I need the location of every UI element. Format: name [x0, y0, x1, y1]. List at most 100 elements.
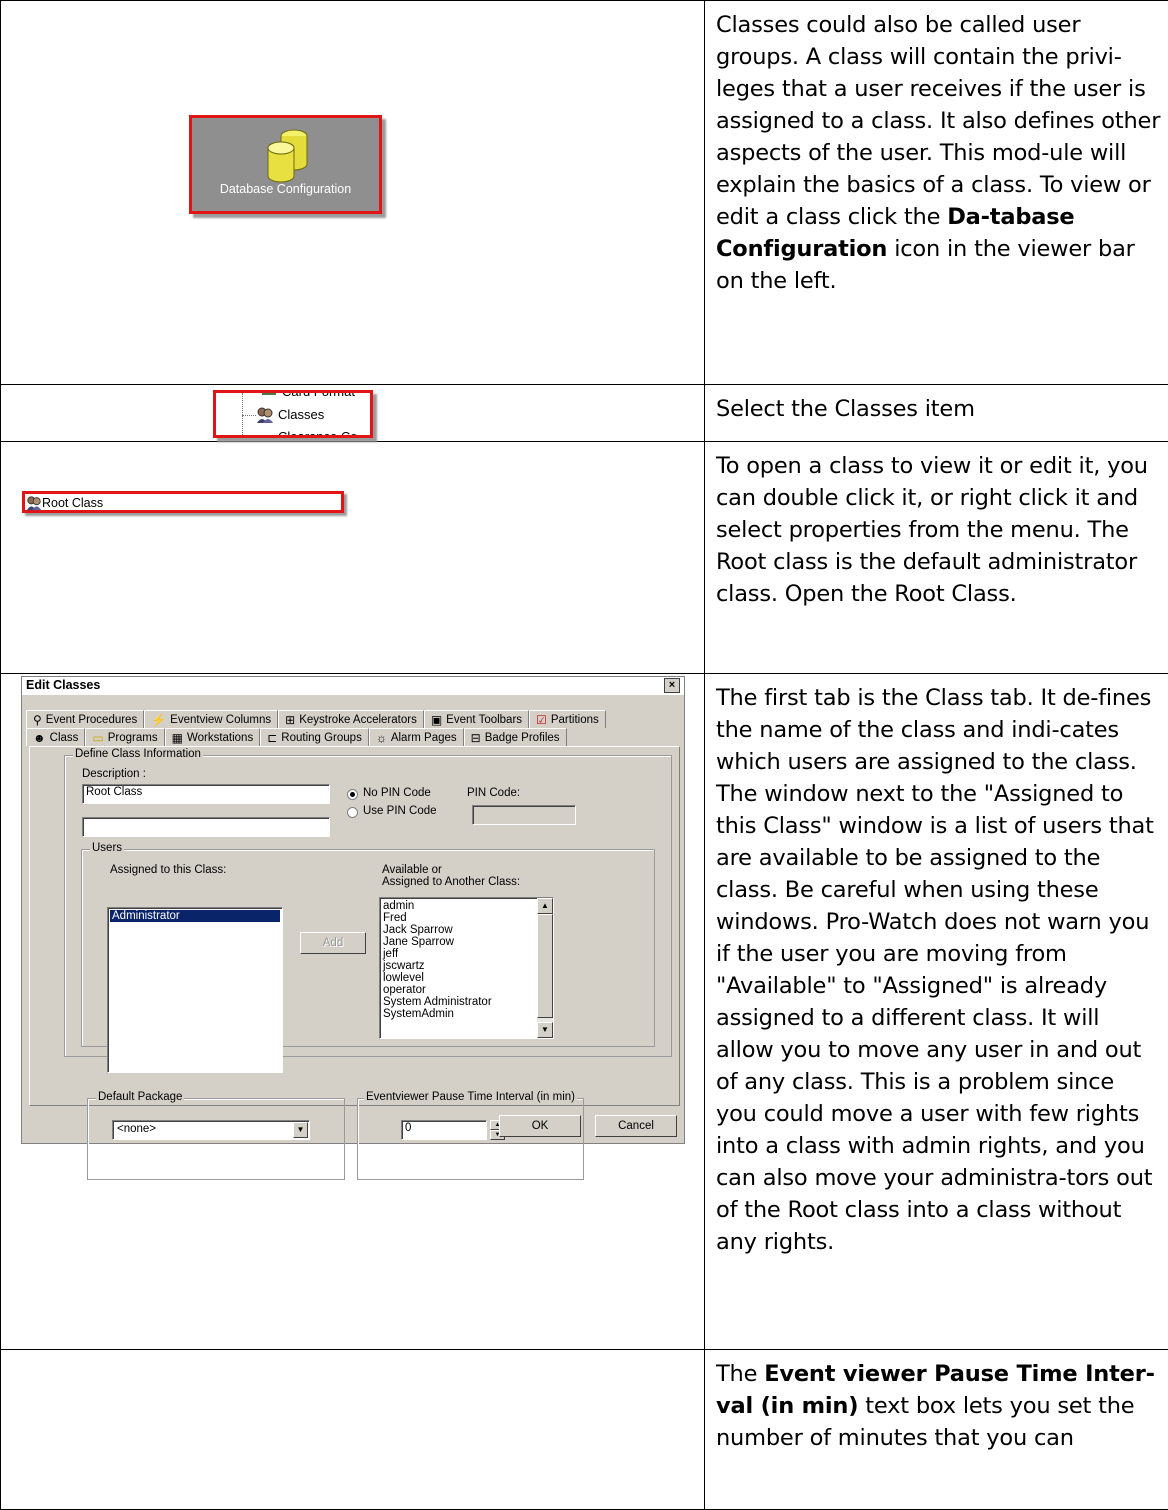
- tab-keystroke-accelerators[interactable]: ⊞Keystroke Accelerators: [278, 710, 424, 728]
- assigned-users-list[interactable]: Administrator: [107, 907, 283, 1073]
- tab-routing-groups[interactable]: ⊏Routing Groups: [260, 728, 369, 746]
- tab-row-2: ☻Class ▭Programs ▦Workstations ⊏Routing …: [26, 728, 567, 746]
- assigned-label: Assigned to this Class:: [110, 864, 226, 876]
- description-cell: Classes could also be called user groups…: [705, 1, 1168, 385]
- tree-item-card-format[interactable]: Card Format: [282, 390, 355, 399]
- scroll-down-icon[interactable]: ▼: [537, 1022, 553, 1038]
- screenshot-cell: Root Class: [1, 442, 705, 674]
- tab-event-procedures[interactable]: ⚲Event Procedures: [26, 710, 144, 728]
- add-button[interactable]: Add: [300, 932, 366, 954]
- event-toolbars-icon: ▣: [431, 713, 442, 727]
- keystroke-accelerators-icon: ⊞: [285, 713, 295, 727]
- description-cell: The Event viewer Pause Time Inter-val (i…: [705, 1350, 1168, 1510]
- no-pin-radio[interactable]: [347, 789, 358, 800]
- card-format-icon: [262, 390, 276, 395]
- dropdown-arrow-icon[interactable]: ▼: [293, 1122, 308, 1138]
- ok-button[interactable]: OK: [499, 1115, 581, 1137]
- default-package-label: Default Package: [96, 1091, 184, 1103]
- tab-alarm-pages[interactable]: ☼Alarm Pages: [369, 728, 464, 746]
- database-configuration-button[interactable]: Database Configuration: [189, 115, 382, 214]
- list-item[interactable]: jeff: [380, 948, 553, 960]
- description-text: To open a class to view it or edit it, y…: [705, 442, 1168, 610]
- class-icon: ☻: [33, 731, 46, 745]
- scroll-thumb[interactable]: [537, 914, 553, 1018]
- badge-icon: ⊟: [471, 731, 481, 745]
- available-label-2: Assigned to Another Class:: [382, 876, 520, 888]
- close-icon[interactable]: ×: [664, 678, 680, 693]
- scroll-up-icon[interactable]: ▲: [537, 898, 553, 914]
- available-label-1: Available or: [382, 864, 442, 876]
- no-pin-label: No PIN Code: [363, 787, 431, 799]
- use-pin-radio[interactable]: [347, 807, 358, 818]
- eventview-columns-icon: ⚡: [151, 713, 166, 727]
- list-item[interactable]: Jack Sparrow: [380, 924, 553, 936]
- document-table: Database Configuration Classes could als…: [0, 0, 1168, 1510]
- table-row: Database Configuration Classes could als…: [1, 1, 1168, 385]
- pause-interval-label: Eventviewer Pause Time Interval (in min): [364, 1091, 577, 1103]
- tab-partitions[interactable]: ☑Partitions: [529, 710, 606, 728]
- table-row: Root Class To open a class to view it or…: [1, 442, 1168, 674]
- tab-programs[interactable]: ▭Programs: [85, 728, 164, 746]
- tree-view-snippet: Card Format Classes Clearance Co: [213, 390, 373, 438]
- table-row: Card Format Classes Clearance Co Select …: [1, 385, 1168, 442]
- description-cell: The first tab is the Class tab. It de-fi…: [705, 674, 1168, 1350]
- database-configuration-label: Database Configuration: [192, 182, 379, 196]
- list-item[interactable]: operator: [380, 984, 553, 996]
- pin-code-label: PIN Code:: [467, 787, 520, 799]
- description-text: The first tab is the Class tab. It de-fi…: [705, 674, 1168, 1258]
- description-cell: To open a class to view it or edit it, y…: [705, 442, 1168, 674]
- table-row: The Event viewer Pause Time Inter-val (i…: [1, 1350, 1168, 1510]
- dialog-title-bar: Edit Classes ×: [22, 677, 684, 695]
- list-item[interactable]: admin: [380, 900, 553, 912]
- edit-classes-dialog: Edit Classes × ⚲Event Procedures ⚡Eventv…: [21, 676, 685, 1144]
- users-label: Users: [90, 842, 124, 854]
- tab-row-1: ⚲Event Procedures ⚡Eventview Columns ⊞Ke…: [26, 710, 606, 728]
- class-icon: [26, 495, 42, 511]
- pin-code-input[interactable]: [472, 805, 576, 825]
- root-class-item[interactable]: Root Class: [22, 491, 344, 513]
- alarm-icon: ☼: [376, 731, 387, 745]
- tree-item-clearance-codes[interactable]: Clearance Co: [278, 429, 358, 438]
- list-item[interactable]: System Administrator: [380, 996, 553, 1008]
- tree-item-classes[interactable]: Classes: [278, 407, 324, 422]
- folder-icon: ▭: [92, 731, 103, 745]
- list-item[interactable]: SystemAdmin: [380, 1008, 553, 1020]
- description-text: Select the Classes item: [705, 385, 1168, 425]
- workstation-icon: ▦: [172, 731, 183, 745]
- screenshot-cell: [1, 1350, 705, 1510]
- screenshot-cell: Database Configuration: [1, 1, 705, 385]
- tab-badge-profiles[interactable]: ⊟Badge Profiles: [464, 728, 567, 746]
- event-procedures-icon: ⚲: [33, 713, 42, 727]
- list-item[interactable]: Fred: [380, 912, 553, 924]
- screenshot-cell: Edit Classes × ⚲Event Procedures ⚡Eventv…: [1, 674, 705, 1350]
- available-list-scrollbar[interactable]: ▲ ▼: [537, 898, 553, 1038]
- pause-interval-input[interactable]: 0: [401, 1120, 487, 1140]
- database-icon: [264, 128, 312, 184]
- list-item[interactable]: Administrator: [110, 910, 280, 922]
- description-cell: Select the Classes item: [705, 385, 1168, 442]
- table-row: Edit Classes × ⚲Event Procedures ⚡Eventv…: [1, 674, 1168, 1350]
- list-item[interactable]: lowlevel: [380, 972, 553, 984]
- tab-event-toolbars[interactable]: ▣Event Toolbars: [424, 710, 529, 728]
- list-item[interactable]: jscwartz: [380, 960, 553, 972]
- available-users-list[interactable]: admin Fred Jack Sparrow Jane Sparrow jef…: [379, 897, 554, 1039]
- tab-workstations[interactable]: ▦Workstations: [165, 728, 261, 746]
- classes-icon: [256, 406, 274, 424]
- cancel-button[interactable]: Cancel: [595, 1115, 677, 1137]
- dialog-title: Edit Classes: [26, 678, 100, 692]
- routing-groups-icon: ⊏: [267, 731, 277, 745]
- tab-eventview-columns[interactable]: ⚡Eventview Columns: [144, 710, 278, 728]
- root-class-label: Root Class: [42, 496, 103, 510]
- description-input[interactable]: Root Class: [82, 784, 330, 804]
- list-item[interactable]: Jane Sparrow: [380, 936, 553, 948]
- default-package-select[interactable]: <none> ▼: [112, 1120, 310, 1140]
- tab-class[interactable]: ☻Class: [26, 728, 85, 746]
- class-tab-panel: Define Class Information Description : R…: [29, 746, 680, 1106]
- use-pin-label: Use PIN Code: [363, 805, 437, 817]
- description-text: Classes could also be called user groups…: [705, 1, 1168, 297]
- default-package-value: <none>: [117, 1123, 156, 1135]
- description-label: Description :: [82, 768, 146, 780]
- description-input-2[interactable]: [82, 817, 330, 837]
- screenshot-cell: Card Format Classes Clearance Co: [1, 385, 705, 442]
- partitions-icon: ☑: [536, 713, 547, 727]
